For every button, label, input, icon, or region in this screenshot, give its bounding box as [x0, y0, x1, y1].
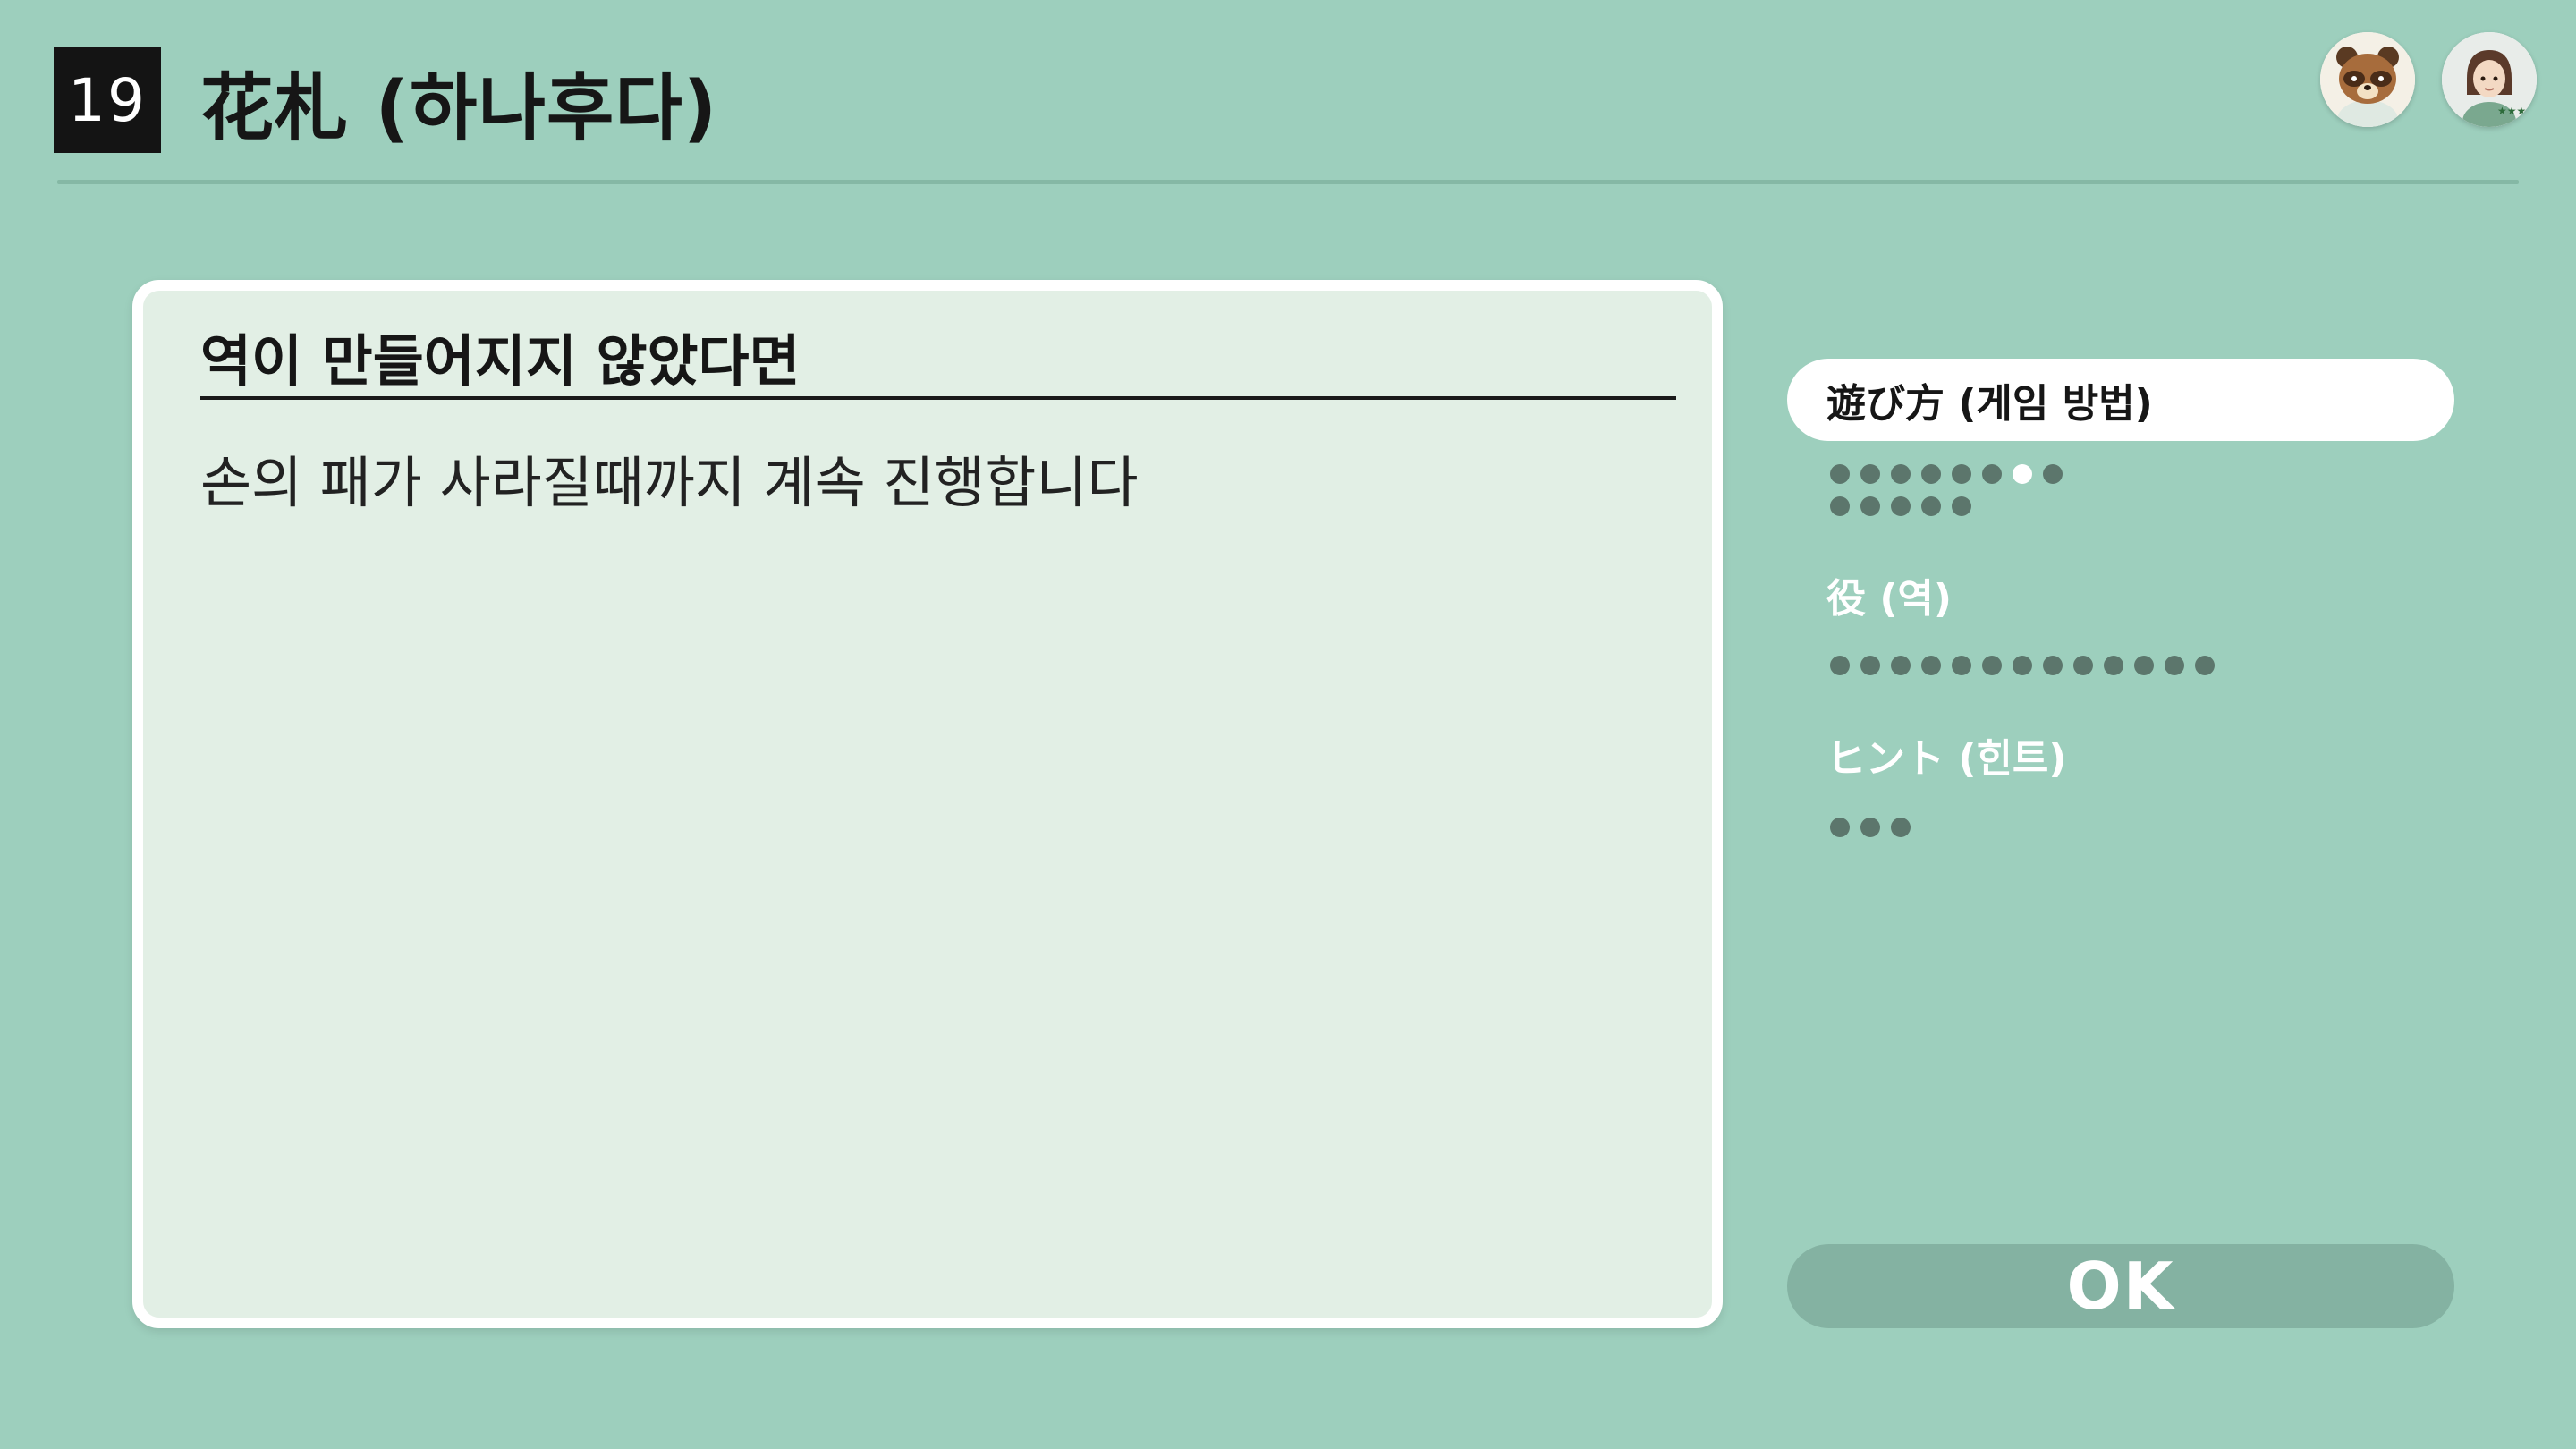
- page-dot[interactable]: [1982, 464, 2002, 484]
- how-to-play-page-dots: [1830, 463, 2063, 485]
- page-dot[interactable]: [1921, 656, 1941, 675]
- section-number-badge: 19: [54, 47, 161, 153]
- card-body-text: 손의 패가 사라질때까지 계속 진행합니다: [200, 450, 1139, 515]
- sidebar-item-label: 役 (역): [1826, 576, 1953, 622]
- page-dot[interactable]: [2134, 656, 2154, 675]
- sidebar-item-hint[interactable]: ヒント (힌트): [1787, 714, 2454, 796]
- sidebar-item-label: 遊び方 (게임 방법): [1826, 381, 2153, 427]
- page-dot[interactable]: [1830, 656, 1850, 675]
- page-dot[interactable]: [1830, 464, 1850, 484]
- page-dot[interactable]: [1921, 464, 1941, 484]
- section-number: 19: [68, 65, 147, 135]
- page-dot[interactable]: [1860, 496, 1880, 516]
- sidebar-item-label: ヒント (힌트): [1826, 736, 2067, 782]
- instruction-card: 역이 만들어지지 않았다면 손의 패가 사라질때까지 계속 진행합니다: [132, 280, 1723, 1328]
- sidebar-item-how-to-play[interactable]: 遊び方 (게임 방법): [1787, 359, 2454, 441]
- page-dot[interactable]: [2104, 656, 2123, 675]
- page-dot[interactable]: [2165, 656, 2184, 675]
- page-dot[interactable]: [2043, 656, 2063, 675]
- card-divider: [200, 396, 1676, 400]
- page-title: 花札 (하나후다): [200, 65, 718, 151]
- ok-button-label: OK: [2066, 1249, 2175, 1324]
- page-dot[interactable]: [1891, 656, 1911, 675]
- tanuki-avatar-icon: [2320, 32, 2415, 127]
- how-to-play-page-dots-row2: [1830, 496, 1971, 517]
- page-dot[interactable]: [1952, 496, 1971, 516]
- player-avatar-icon: ★★★: [2442, 32, 2537, 127]
- page-dot[interactable]: [1921, 496, 1941, 516]
- yaku-page-dots: [1830, 655, 2215, 676]
- page-dot[interactable]: [1891, 496, 1911, 516]
- page-dot[interactable]: [1952, 656, 1971, 675]
- sidebar-item-yaku[interactable]: 役 (역): [1787, 554, 2454, 636]
- page-dot[interactable]: [2012, 656, 2032, 675]
- page-dot[interactable]: [1982, 656, 2002, 675]
- page-dot[interactable]: [1891, 818, 1911, 837]
- page-dot[interactable]: [2195, 656, 2215, 675]
- card-heading: 역이 만들어지지 않았다면: [200, 328, 801, 394]
- page-dot[interactable]: [1860, 656, 1880, 675]
- page-dot[interactable]: [1952, 464, 1971, 484]
- page-dot[interactable]: [1860, 464, 1880, 484]
- hint-page-dots: [1830, 817, 1911, 838]
- svg-text:★★★: ★★★: [2497, 105, 2526, 117]
- page-dot[interactable]: [1830, 818, 1850, 837]
- page-dot[interactable]: [1860, 818, 1880, 837]
- page-dot[interactable]: [1830, 496, 1850, 516]
- page-dot-current[interactable]: [2012, 464, 2032, 484]
- page-dot[interactable]: [2043, 464, 2063, 484]
- ok-button[interactable]: OK: [1787, 1244, 2454, 1328]
- page-dot[interactable]: [2073, 656, 2093, 675]
- page-dot[interactable]: [1891, 464, 1911, 484]
- header-divider: [57, 180, 2519, 184]
